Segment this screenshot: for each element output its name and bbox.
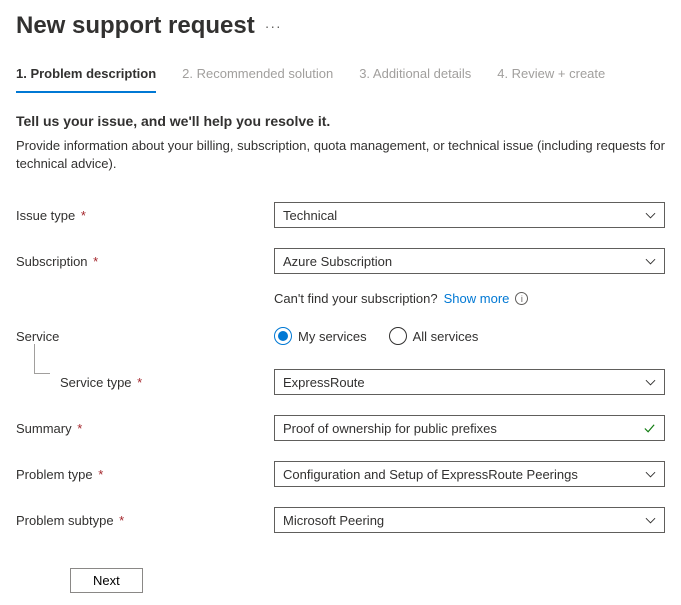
tab-recommended-solution[interactable]: 2. Recommended solution [182,66,333,93]
tree-connector-icon [34,344,50,374]
required-marker: * [116,513,125,528]
problem-type-label: Problem type * [16,467,274,482]
radio-circle-icon [389,327,407,345]
summary-input[interactable]: Proof of ownership for public prefixes [274,415,665,441]
chevron-down-icon [645,256,656,267]
subscription-helper-text: Can't find your subscription? [274,291,438,306]
chevron-down-icon [645,515,656,526]
section-desc: Provide information about your billing, … [16,137,665,173]
section-title: Tell us your issue, and we'll help you r… [16,113,665,129]
service-label-text: Service [16,329,59,344]
issue-type-value: Technical [283,208,337,223]
required-marker: * [134,375,143,390]
chevron-down-icon [645,469,656,480]
more-icon[interactable]: ··· [265,18,282,34]
problem-subtype-label: Problem subtype * [16,513,274,528]
tab-problem-description[interactable]: 1. Problem description [16,66,156,93]
service-type-select[interactable]: ExpressRoute [274,369,665,395]
next-button[interactable]: Next [70,568,143,593]
required-marker: * [95,467,104,482]
subscription-helper: Can't find your subscription? Show more … [274,291,665,306]
radio-all-services-label: All services [413,329,479,344]
service-label: Service [16,329,274,344]
chevron-down-icon [645,210,656,221]
subscription-label-text: Subscription [16,254,88,269]
service-radio-group: My services All services [274,327,665,345]
problem-subtype-value: Microsoft Peering [283,513,384,528]
service-type-label: Service type * [16,375,274,390]
problem-subtype-select[interactable]: Microsoft Peering [274,507,665,533]
tabs-bar: 1. Problem description 2. Recommended so… [16,66,665,93]
chevron-down-icon [645,377,656,388]
required-marker: * [74,421,83,436]
tab-additional-details[interactable]: 3. Additional details [359,66,471,93]
problem-type-value: Configuration and Setup of ExpressRoute … [283,467,578,482]
subscription-select[interactable]: Azure Subscription [274,248,665,274]
subscription-label: Subscription * [16,254,274,269]
issue-type-select[interactable]: Technical [274,202,665,228]
summary-label-text: Summary [16,421,72,436]
tab-review-create[interactable]: 4. Review + create [497,66,605,93]
check-icon [643,422,656,435]
radio-my-services[interactable]: My services [274,327,367,345]
radio-all-services[interactable]: All services [389,327,479,345]
summary-value: Proof of ownership for public prefixes [283,421,497,436]
required-marker: * [77,208,86,223]
issue-type-label-text: Issue type [16,208,75,223]
problem-subtype-label-text: Problem subtype [16,513,114,528]
summary-label: Summary * [16,421,274,436]
show-more-link[interactable]: Show more [444,291,510,306]
required-marker: * [90,254,99,269]
subscription-value: Azure Subscription [283,254,392,269]
service-type-label-text: Service type [60,375,132,390]
radio-circle-icon [274,327,292,345]
problem-type-select[interactable]: Configuration and Setup of ExpressRoute … [274,461,665,487]
problem-type-label-text: Problem type [16,467,93,482]
info-icon[interactable]: i [515,292,528,305]
radio-my-services-label: My services [298,329,367,344]
service-type-value: ExpressRoute [283,375,365,390]
page-title: New support request [16,12,255,40]
issue-type-label: Issue type * [16,208,274,223]
